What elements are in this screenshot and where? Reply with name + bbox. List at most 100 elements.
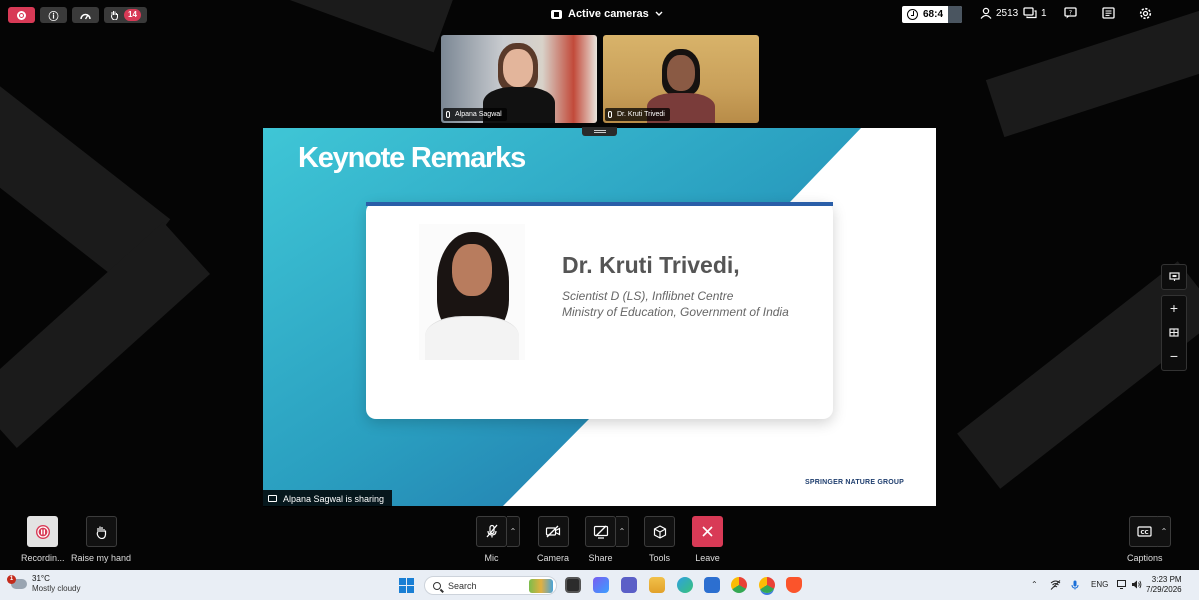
layout-label: Active cameras <box>568 8 649 20</box>
info-icon: ⓘ <box>48 11 59 23</box>
svg-text:?: ? <box>1069 10 1072 17</box>
chrome-profile-icon[interactable] <box>759 577 775 593</box>
share-options-button[interactable]: ⌃ <box>616 516 629 547</box>
raise-hand-button-box[interactable] <box>85 516 117 547</box>
teams-icon[interactable] <box>621 577 637 593</box>
taskbar-clock[interactable]: 3:23 PM 7/29/2026 <box>1146 575 1182 595</box>
microphone-tray-icon[interactable] <box>1071 580 1079 592</box>
shared-screen[interactable]: Keynote Remarks Dr. Kruti Trivedi, Scien… <box>263 128 936 506</box>
speaker-photo-body <box>425 316 519 360</box>
hand-icon <box>96 526 106 539</box>
tray-overflow-icon[interactable]: ⌃ <box>1031 580 1038 589</box>
timer-value: 68:4 <box>923 9 944 20</box>
recording-button[interactable]: Recordin... <box>21 516 65 563</box>
participant-tile[interactable]: Dr. Kruti Trivedi <box>603 35 759 123</box>
sharing-indicator: Alpana Sagwal is sharing <box>263 490 393 507</box>
raise-hand-label: Raise my hand <box>71 553 132 563</box>
notes-icon <box>1102 7 1115 19</box>
zoom-fit-button[interactable] <box>1162 320 1186 344</box>
store-icon[interactable] <box>704 577 720 593</box>
leave-button-box[interactable] <box>692 516 723 547</box>
share-drag-handle[interactable] <box>582 127 617 136</box>
tools-label: Tools <box>648 553 670 563</box>
svg-text:CC: CC <box>1141 530 1149 536</box>
chat-icon <box>1023 7 1037 19</box>
chat-button[interactable]: 1 <box>1023 7 1047 19</box>
mic-off-icon <box>486 524 497 538</box>
display-tray-icon[interactable] <box>1117 580 1128 591</box>
question-bubble-icon: ? <box>1064 7 1077 19</box>
pause-record-icon <box>35 524 50 539</box>
tools-button-box[interactable] <box>644 516 675 547</box>
minus-icon: − <box>1169 348 1179 364</box>
chevron-up-icon: ⌃ <box>509 527 517 536</box>
zoom-controls: + − <box>1161 295 1187 371</box>
monitor-icon <box>268 495 277 502</box>
language-indicator[interactable]: ENG <box>1091 580 1108 589</box>
raised-hands-button[interactable]: 14 <box>104 7 147 23</box>
tools-button[interactable]: Tools <box>644 516 675 563</box>
fit-screen-control <box>1161 264 1187 290</box>
gear-icon <box>1139 7 1152 20</box>
weather-widget[interactable]: 1 31°C Mostly cloudy <box>7 574 80 594</box>
mic-button[interactable]: Mic <box>476 516 507 563</box>
task-view-icon[interactable] <box>565 577 581 593</box>
participants-button[interactable]: 2513 <box>980 7 1018 19</box>
notes-button[interactable] <box>1102 7 1115 19</box>
chrome-icon[interactable] <box>731 577 747 593</box>
close-icon <box>702 526 713 537</box>
brave-browser-icon[interactable] <box>786 577 802 593</box>
edge-browser-icon[interactable] <box>677 577 693 593</box>
raise-hand-button[interactable]: Raise my hand <box>71 516 131 563</box>
meeting-info-button[interactable]: ⓘ <box>40 7 67 23</box>
layout-selector[interactable]: Active cameras <box>551 8 663 20</box>
weather-temp: 31°C <box>32 574 50 583</box>
timer-tail <box>948 6 963 23</box>
cube-icon <box>653 524 666 539</box>
share-button[interactable]: Share <box>585 516 616 563</box>
zoom-out-button[interactable]: − <box>1162 344 1186 368</box>
leave-label: Leave <box>695 553 720 563</box>
taskbar-search[interactable]: Search <box>424 576 557 595</box>
zoom-in-button[interactable]: + <box>1162 296 1186 320</box>
captions-options-button[interactable]: ⌃ <box>1158 516 1171 547</box>
meeting-window: ⓘ 14 Active cameras 68:4 2513 1 ? Alpana… <box>0 0 1199 600</box>
meeting-timer[interactable]: 68:4 <box>902 6 963 23</box>
camera-layout-icon <box>551 9 562 19</box>
hand-icon <box>111 11 119 20</box>
start-button[interactable] <box>399 578 414 593</box>
clock-date: 7/29/2026 <box>1146 585 1182 594</box>
recording-indicator-button[interactable] <box>8 7 35 23</box>
speaker-role-line: Scientist D (LS), Inflibnet Centre <box>562 289 734 303</box>
slide-title: Keynote Remarks <box>298 142 526 174</box>
chevron-down-icon <box>655 11 663 16</box>
file-explorer-icon[interactable] <box>649 577 665 593</box>
windows-logo-icon <box>407 586 414 593</box>
fit-screen-button[interactable] <box>1162 265 1186 289</box>
chevron-up-icon: ⌃ <box>1160 527 1168 536</box>
weather-alert-badge: 1 <box>7 575 16 584</box>
raised-hands-count: 14 <box>124 9 141 21</box>
mic-button-box[interactable] <box>476 516 507 547</box>
card-accent-bar <box>366 202 833 206</box>
recording-button-box[interactable] <box>27 516 59 547</box>
settings-button[interactable] <box>1139 7 1152 20</box>
participant-tile[interactable]: Alpana Sagwal <box>441 35 597 123</box>
no-network-icon[interactable] <box>1050 580 1061 592</box>
search-highlight-icon <box>529 578 553 593</box>
qa-button[interactable]: ? <box>1064 7 1077 19</box>
camera-button-box[interactable] <box>537 516 569 547</box>
speaker-photo-face <box>452 244 492 296</box>
share-button-box[interactable] <box>585 516 616 547</box>
leave-button[interactable]: Leave <box>692 516 723 563</box>
closed-captions-icon: CC <box>1137 526 1152 537</box>
camera-button[interactable]: Camera <box>537 516 569 563</box>
mic-label: Mic <box>484 553 499 563</box>
captions-button-box[interactable]: CC <box>1129 516 1161 547</box>
volume-icon[interactable] <box>1131 580 1142 591</box>
copilot-icon[interactable] <box>593 577 609 593</box>
windows-logo-icon <box>399 578 406 585</box>
mic-options-button[interactable]: ⌃ <box>507 516 520 547</box>
windows-logo-icon <box>407 578 414 585</box>
connection-speed-button[interactable] <box>72 7 99 23</box>
